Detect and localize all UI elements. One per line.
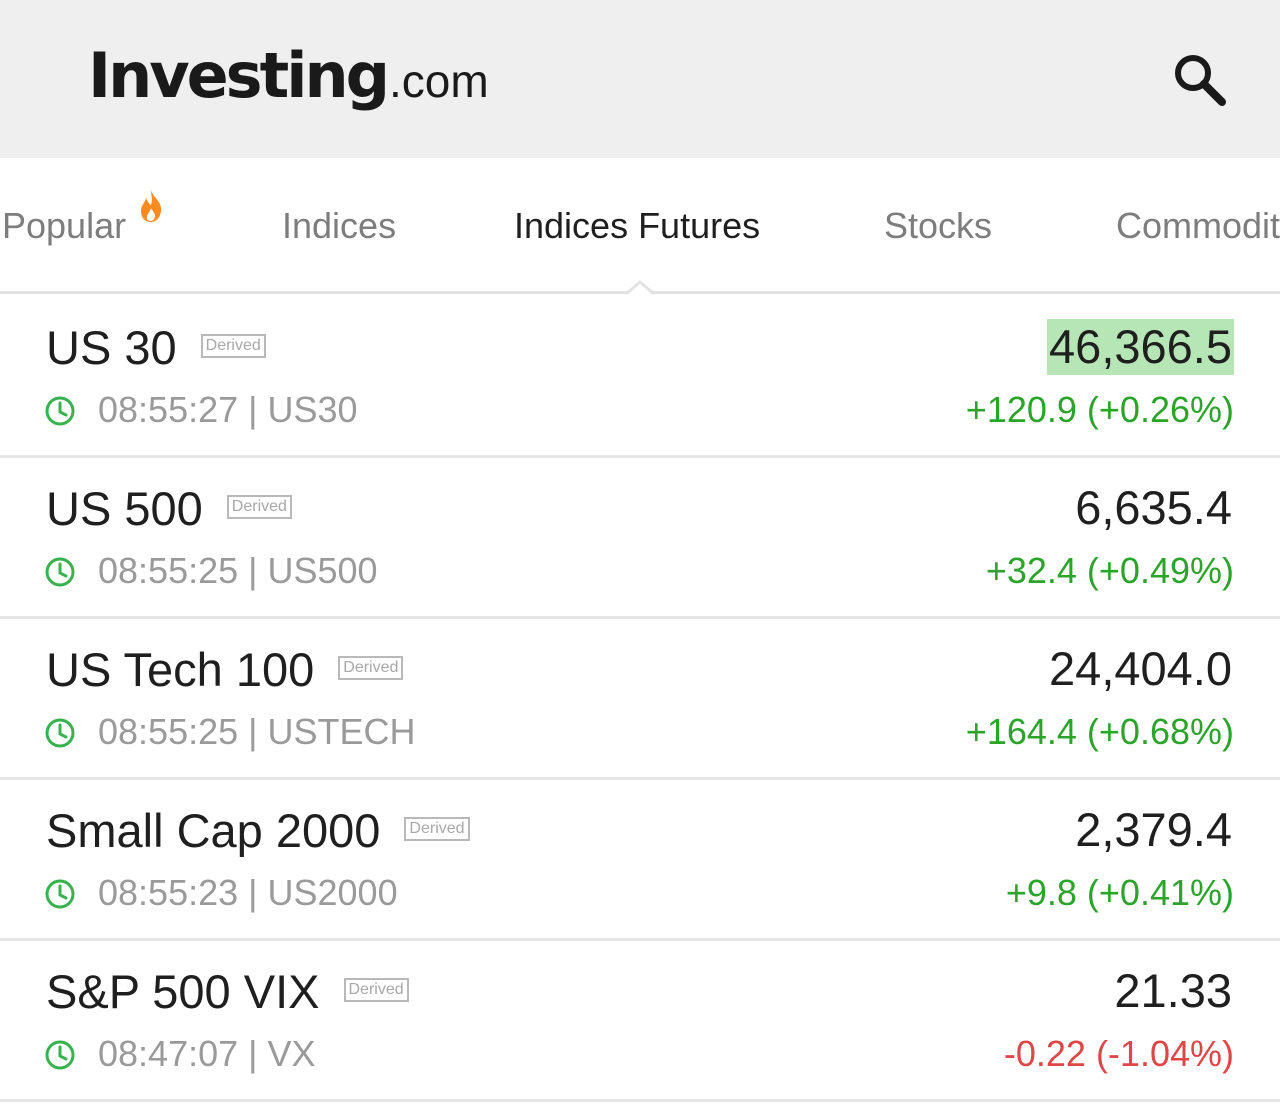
instrument-name: S&P 500 VIX Derived xyxy=(46,965,409,1019)
clock-icon xyxy=(44,1039,76,1071)
instrument-row-smallcap2000[interactable]: Small Cap 2000 Derived 08:55:23 | US2000 … xyxy=(0,780,1280,941)
instrument-name: US 500 Derived xyxy=(46,482,292,536)
tab-label: Commodit xyxy=(1116,205,1280,246)
logo-domain: .com xyxy=(388,55,489,107)
tab-indices[interactable]: Indices xyxy=(282,202,396,250)
instrument-row-ustech100[interactable]: US Tech 100 Derived 08:55:25 | USTECH 24,… xyxy=(0,619,1280,780)
investing-logo[interactable]: Investing .com xyxy=(88,36,489,116)
instrument-row-us500[interactable]: US 500 Derived 08:55:25 | US500 6,635.4 +… xyxy=(0,458,1280,619)
tab-commodities[interactable]: Commodit xyxy=(1116,202,1280,250)
search-icon[interactable] xyxy=(1168,48,1232,112)
clock-icon xyxy=(44,395,76,427)
last-price: 6,635.4 xyxy=(1075,481,1232,534)
time-and-symbol: 08:55:25 | US500 xyxy=(98,550,378,591)
instrument-name-text: Small Cap 2000 xyxy=(46,804,381,857)
last-price: 46,366.5 xyxy=(1047,319,1234,375)
tab-label: Indices xyxy=(282,205,397,246)
time-and-symbol: 08:55:23 | US2000 xyxy=(98,872,398,913)
category-tabs: Popular Indices Indices Futures Stocks C… xyxy=(0,158,1280,294)
flame-icon xyxy=(136,188,166,224)
instrument-name: Small Cap 2000 Derived xyxy=(46,804,470,858)
price-change: +9.8 (+0.41%) xyxy=(1005,872,1234,913)
instrument-name: US Tech 100 Derived xyxy=(46,643,404,697)
tab-indices-futures[interactable]: Indices Futures xyxy=(514,202,760,250)
instrument-row-us30[interactable]: US 30 Derived 08:55:27 | US30 46,366.5 +1… xyxy=(0,297,1280,458)
clock-icon xyxy=(44,878,76,910)
tab-popular[interactable]: Popular xyxy=(2,202,126,250)
time-and-symbol: 08:55:25 | USTECH xyxy=(98,711,416,752)
instrument-name: US 30 Derived xyxy=(46,321,266,375)
last-price: 21.33 xyxy=(1114,964,1232,1017)
price-change: +120.9 (+0.26%) xyxy=(965,389,1234,430)
derived-badge: Derived xyxy=(200,333,266,358)
tab-label: Indices Futures xyxy=(514,205,761,246)
active-tab-indicator xyxy=(625,280,655,296)
instrument-name-text: S&P 500 VIX xyxy=(46,965,320,1018)
instrument-name-text: US 500 xyxy=(46,482,203,535)
price-change: +164.4 (+0.68%) xyxy=(965,711,1234,752)
instrument-row-sp500vix[interactable]: S&P 500 VIX Derived 08:47:07 | VX 21.33 -… xyxy=(0,941,1280,1102)
logo-wordmark: Investing xyxy=(88,39,390,112)
instrument-name-text: US Tech 100 xyxy=(46,643,315,696)
last-price: 24,404.0 xyxy=(1049,642,1232,695)
tab-label: Stocks xyxy=(884,205,993,246)
clock-icon xyxy=(44,556,76,588)
derived-badge: Derived xyxy=(338,655,404,680)
derived-badge: Derived xyxy=(343,977,409,1002)
instrument-name-text: US 30 xyxy=(46,321,177,374)
clock-icon xyxy=(44,717,76,749)
derived-badge: Derived xyxy=(226,494,292,519)
last-price: 2,379.4 xyxy=(1075,803,1232,856)
tab-label: Popular xyxy=(2,205,127,246)
tab-stocks[interactable]: Stocks xyxy=(884,202,992,250)
app-header: Investing .com xyxy=(0,0,1280,158)
price-change: +32.4 (+0.49%) xyxy=(985,550,1234,591)
derived-badge: Derived xyxy=(404,816,470,841)
time-and-symbol: 08:55:27 | US30 xyxy=(98,389,358,430)
time-and-symbol: 08:47:07 | VX xyxy=(98,1033,316,1074)
price-change: -0.22 (-1.04%) xyxy=(1003,1033,1234,1074)
